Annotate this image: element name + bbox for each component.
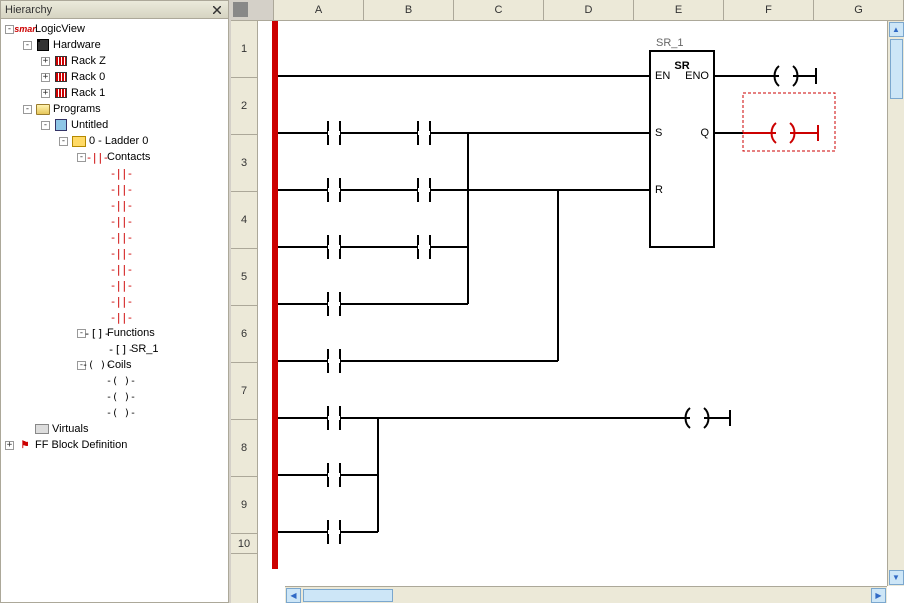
tree-ffblock[interactable]: ⚑FF Block Definition <box>1 437 228 453</box>
contact-icon: -||- <box>113 229 129 245</box>
row-header-4[interactable]: 4 <box>231 192 257 249</box>
function-icon: -[]- <box>113 341 129 357</box>
function-icon: -[]- <box>89 325 105 341</box>
vertical-scrollbar[interactable]: ▲ ▼ <box>887 21 904 586</box>
scroll-down-icon[interactable]: ▼ <box>889 570 904 585</box>
tree-root[interactable]: smarLogicView <box>1 21 228 37</box>
tree-contact-item[interactable]: -||- <box>1 213 228 229</box>
corner-cell[interactable] <box>231 0 274 20</box>
contact-icon: -||- <box>113 213 129 229</box>
column-headers: A B C D E F G <box>231 0 904 21</box>
svg-text:ENO: ENO <box>685 70 709 82</box>
row-header-7[interactable]: 7 <box>231 363 257 420</box>
tree-contact-item[interactable]: -||- <box>1 277 228 293</box>
ladder-editor: A B C D E F G 1 2 3 4 5 6 7 8 9 10 <box>229 0 904 603</box>
contact-icon: -||- <box>113 277 129 293</box>
contact-icon: -||- <box>89 149 105 165</box>
col-header-f[interactable]: F <box>724 0 814 20</box>
ladder-icon <box>71 133 87 149</box>
tree-coils[interactable]: -( )-Coils <box>1 357 228 373</box>
tree-contact-item[interactable]: -||- <box>1 165 228 181</box>
tree-contact-item[interactable]: -||- <box>1 245 228 261</box>
svg-text:Q: Q <box>700 127 709 139</box>
col-header-e[interactable]: E <box>634 0 724 20</box>
program-icon <box>53 117 69 133</box>
tree-untitled[interactable]: Untitled <box>1 117 228 133</box>
chip-icon <box>35 37 51 53</box>
virtuals-icon <box>34 421 50 437</box>
tree-virtuals[interactable]: Virtuals <box>1 421 228 437</box>
close-icon[interactable] <box>210 3 224 17</box>
col-header-a[interactable]: A <box>274 0 364 20</box>
tree-rack-0[interactable]: Rack 0 <box>1 69 228 85</box>
contact-icon: -||- <box>113 245 129 261</box>
row-header-9[interactable]: 9 <box>231 477 257 534</box>
tree-hardware[interactable]: Hardware <box>1 37 228 53</box>
contact-icon: -||- <box>113 293 129 309</box>
tree-sr1[interactable]: -[]-SR_1 <box>1 341 228 357</box>
svg-text:EN: EN <box>655 70 670 82</box>
tree-coil-item[interactable]: -( )- <box>1 405 228 421</box>
tree-rack-1[interactable]: Rack 1 <box>1 85 228 101</box>
ladder-canvas[interactable]: SR_1 SR EN ENO S Q R ▲ ▼ ◀ <box>258 21 904 603</box>
scroll-up-icon[interactable]: ▲ <box>889 22 904 37</box>
row-headers: 1 2 3 4 5 6 7 8 9 10 <box>231 21 258 603</box>
coil-icon: -( )- <box>113 405 129 421</box>
rack-icon <box>53 85 69 101</box>
coil-icon: -( )- <box>89 357 105 373</box>
hierarchy-panel: Hierarchy smarLogicView Hardware Rack Z … <box>0 0 229 603</box>
row-header-3[interactable]: 3 <box>231 135 257 192</box>
tree-contact-item[interactable]: -||- <box>1 309 228 325</box>
scroll-right-icon[interactable]: ▶ <box>871 588 886 603</box>
row-header-10[interactable]: 10 <box>231 534 257 554</box>
col-header-b[interactable]: B <box>364 0 454 20</box>
ff-icon: ⚑ <box>17 437 33 453</box>
tree-coil-item[interactable]: -( )- <box>1 373 228 389</box>
contact-icon: -||- <box>113 309 129 325</box>
tree-contact-item[interactable]: -||- <box>1 229 228 245</box>
ladder-diagram: SR_1 SR EN ENO S Q R <box>258 21 898 581</box>
hierarchy-tree: smarLogicView Hardware Rack Z Rack 0 Rac… <box>1 19 228 602</box>
tree-coil-item[interactable]: -( )- <box>1 389 228 405</box>
tree-ladder-0[interactable]: 0 - Ladder 0 <box>1 133 228 149</box>
svg-text:S: S <box>655 127 662 139</box>
smar-icon: smar <box>17 21 33 37</box>
contact-icon: -||- <box>113 197 129 213</box>
coil-icon: -( )- <box>113 389 129 405</box>
row-header-2[interactable]: 2 <box>231 78 257 135</box>
row-header-1[interactable]: 1 <box>231 21 257 78</box>
col-header-g[interactable]: G <box>814 0 904 20</box>
row-header-6[interactable]: 6 <box>231 306 257 363</box>
tree-rack-z[interactable]: Rack Z <box>1 53 228 69</box>
tree-contact-item[interactable]: -||- <box>1 181 228 197</box>
rack-icon <box>53 69 69 85</box>
scroll-thumb[interactable] <box>890 39 903 99</box>
row-header-5[interactable]: 5 <box>231 249 257 306</box>
tree-functions[interactable]: -[]-Functions <box>1 325 228 341</box>
contact-icon: -||- <box>113 165 129 181</box>
tree-contacts[interactable]: -||-Contacts <box>1 149 228 165</box>
row-header-8[interactable]: 8 <box>231 420 257 477</box>
panel-header: Hierarchy <box>1 1 228 19</box>
tree-programs[interactable]: Programs <box>1 101 228 117</box>
scroll-left-icon[interactable]: ◀ <box>286 588 301 603</box>
contact-icon: -||- <box>113 261 129 277</box>
rack-icon <box>53 53 69 69</box>
svg-text:R: R <box>655 184 663 196</box>
folder-icon <box>35 101 51 117</box>
horizontal-scrollbar[interactable]: ◀ ▶ <box>285 586 887 603</box>
panel-title: Hierarchy <box>5 4 52 16</box>
col-header-d[interactable]: D <box>544 0 634 20</box>
tree-contact-item[interactable]: -||- <box>1 197 228 213</box>
scroll-thumb[interactable] <box>303 589 393 602</box>
col-header-c[interactable]: C <box>454 0 544 20</box>
contact-icon: -||- <box>113 181 129 197</box>
coil-icon: -( )- <box>113 373 129 389</box>
tree-contact-item[interactable]: -||- <box>1 261 228 277</box>
tree-contact-item[interactable]: -||- <box>1 293 228 309</box>
fb-instance: SR_1 <box>656 37 684 49</box>
